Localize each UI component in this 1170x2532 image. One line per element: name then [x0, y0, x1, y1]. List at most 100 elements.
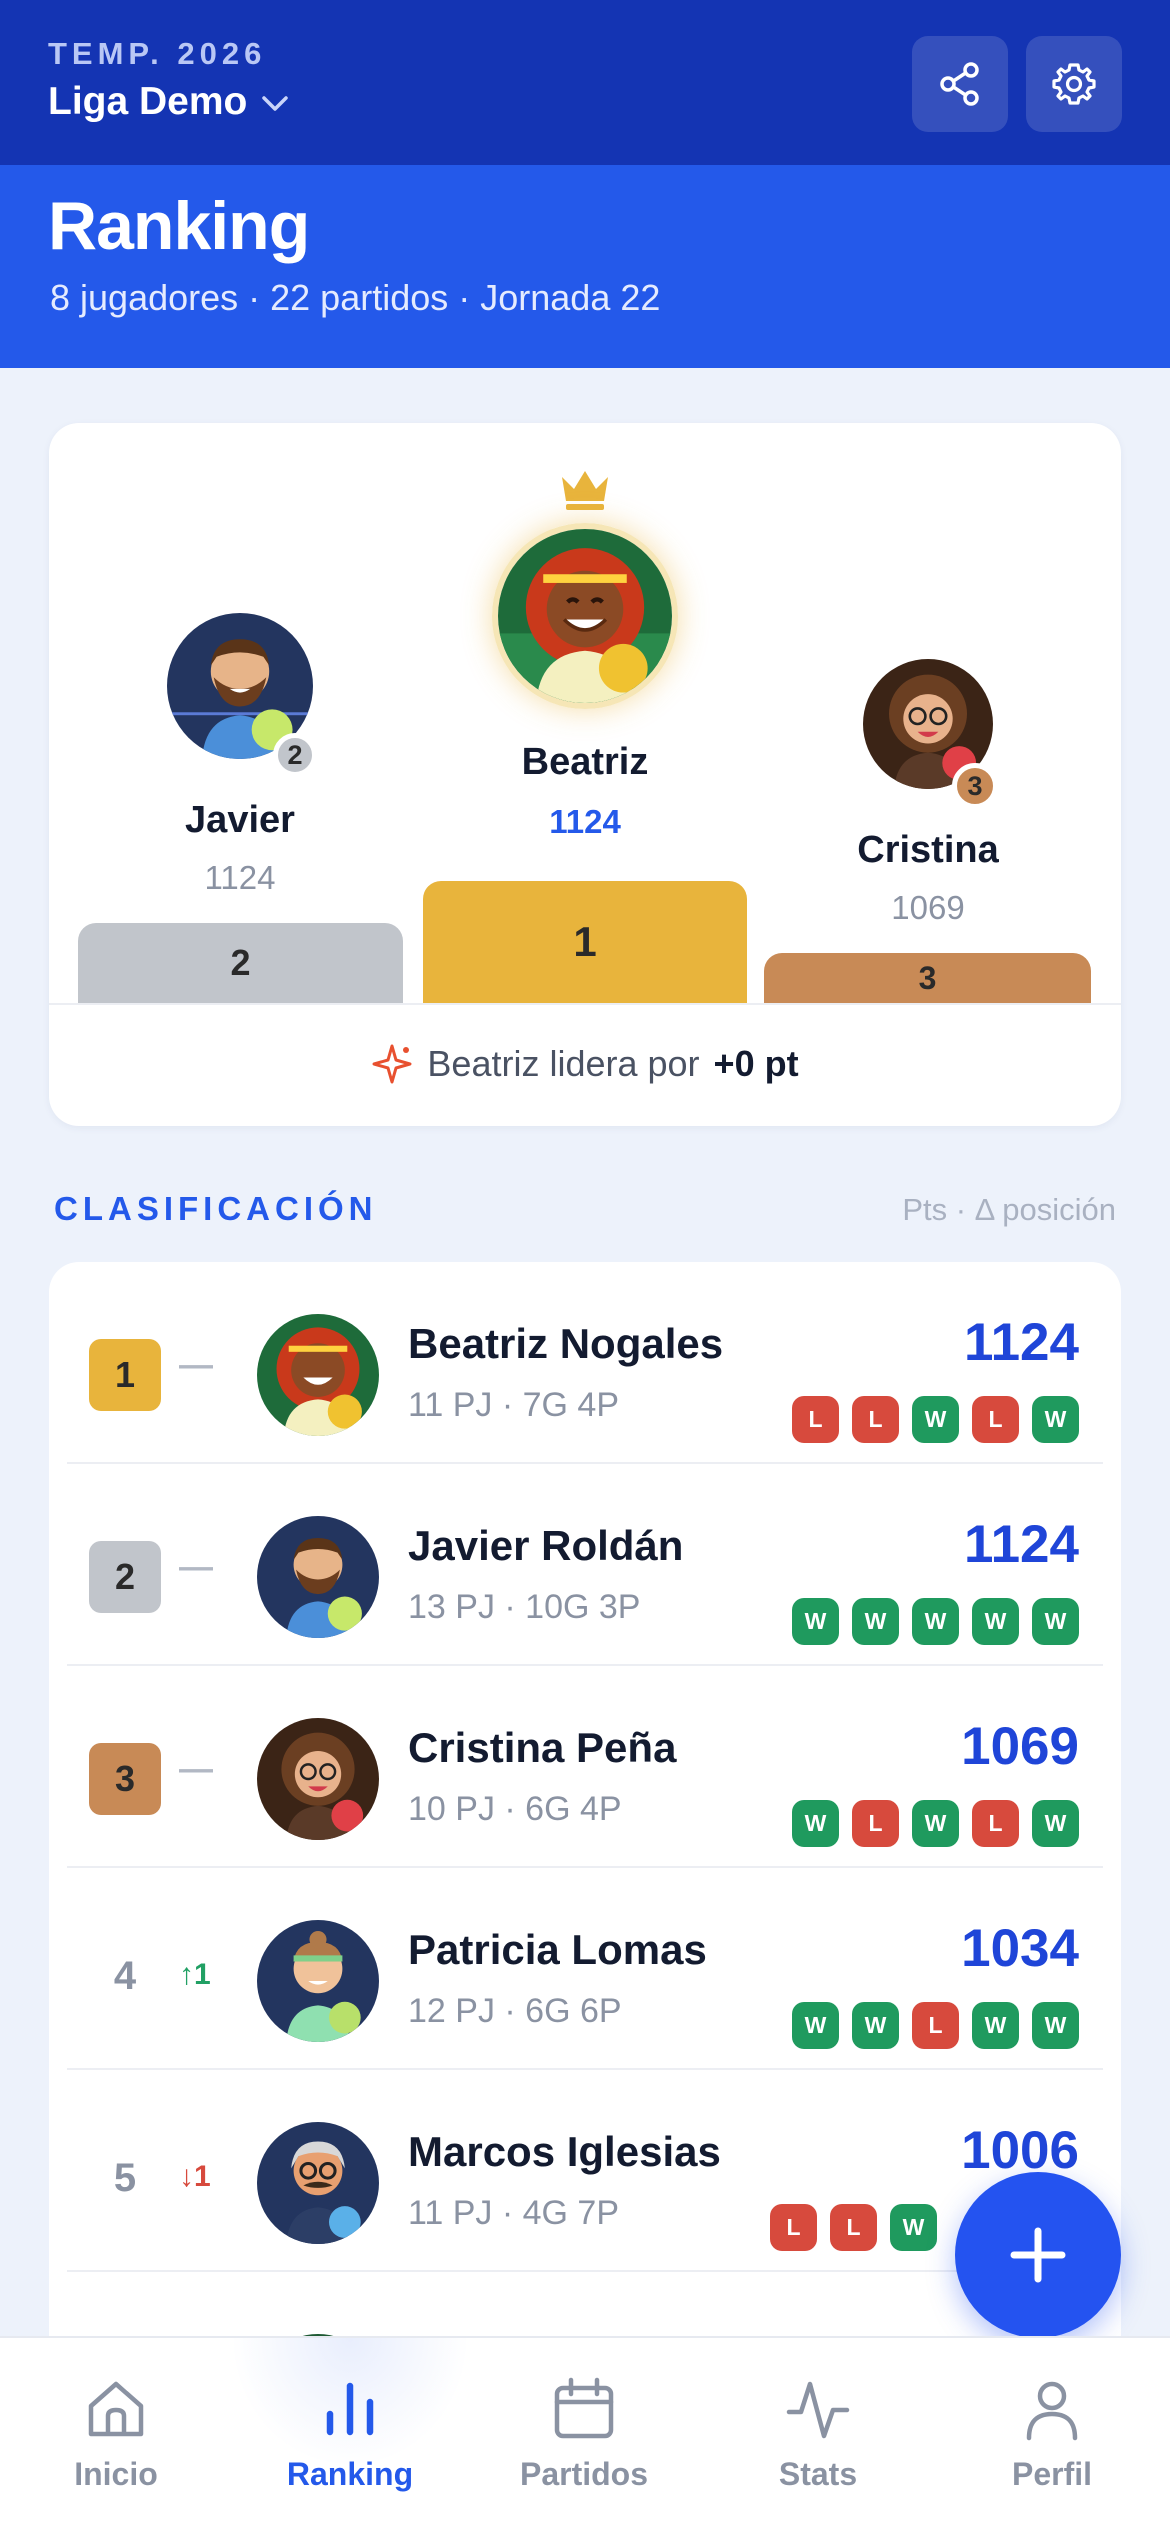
avatar-first[interactable]	[492, 523, 678, 709]
form-result: L	[770, 2204, 817, 2251]
player-record: 11 PJ · 7G 4P	[408, 1386, 620, 1424]
form-result: L	[912, 2002, 959, 2049]
user-icon	[1026, 2381, 1078, 2441]
player-record: 13 PJ · 10G 3P	[408, 1588, 641, 1626]
form-result: L	[830, 2204, 877, 2251]
podium-block-first: 1	[423, 881, 747, 1003]
share-button[interactable]	[912, 36, 1008, 132]
lead-value: +0 pt	[713, 1043, 799, 1084]
player-avatar-icon	[257, 1920, 379, 2042]
nav-item-ranking[interactable]: Ranking	[260, 2376, 440, 2493]
podium-block-second-label: 2	[230, 942, 251, 983]
podium-block-first-label: 1	[573, 918, 597, 965]
recent-form: L L W L W	[792, 1396, 1079, 1443]
nav-item-stats[interactable]: Stats	[728, 2376, 908, 2493]
avatar	[257, 1314, 379, 1436]
player-points: 1124	[964, 1515, 1079, 1574]
podium-third-points: 1069	[891, 889, 965, 926]
player-record: 12 PJ · 6G 6P	[408, 1992, 622, 2030]
position-delta: —	[179, 1750, 213, 1788]
bottom-nav: Inicio Ranking Partidos Stats Perfil	[0, 2336, 1170, 2532]
form-result: W	[852, 2002, 899, 2049]
settings-button[interactable]	[1026, 36, 1122, 132]
player-name: Cristina Peña	[408, 1724, 677, 1771]
lead-text: Beatriz lidera por	[427, 1043, 700, 1084]
form-result: W	[1032, 2002, 1079, 2049]
share-icon	[940, 62, 979, 106]
form-result: W	[912, 1800, 959, 1847]
section-legend: Pts · Δ posición	[902, 1192, 1116, 1227]
league-name: Liga Demo	[48, 80, 248, 123]
form-result: W	[912, 1396, 959, 1443]
table-row[interactable]: 4 ↑1 Patricia Lomas 12 PJ · 6G 6P 1034 W…	[49, 1868, 1121, 2070]
player-avatar-icon	[257, 1314, 379, 1436]
place-badge-second: 2	[273, 733, 317, 777]
rank-badge: 2	[89, 1541, 161, 1613]
plus-icon	[1010, 2227, 1066, 2283]
calendar-icon	[554, 2377, 614, 2439]
form-result: L	[792, 1396, 839, 1443]
player-points: 1034	[961, 1919, 1079, 1978]
form-result: W	[1032, 1800, 1079, 1847]
form-result: W	[792, 1800, 839, 1847]
podium-block-third: 3	[764, 953, 1091, 1003]
chevron-down-icon	[262, 96, 289, 111]
app-header: TEMP. 2026 Liga Demo	[0, 0, 1170, 165]
recent-form: W L W L W	[792, 1800, 1079, 1847]
form-result: L	[852, 1800, 899, 1847]
table-row[interactable]: 1 — Beatriz Nogales 11 PJ · 7G 4P 1124 L…	[49, 1262, 1121, 1464]
add-match-button[interactable]	[955, 2172, 1121, 2338]
podium-second-name: Javier	[185, 799, 295, 841]
lead-summary: Beatriz lidera por +0 pt	[49, 1043, 1121, 1085]
form-result: W	[1032, 1396, 1079, 1443]
table-row[interactable]: 2 — Javier Roldán 13 PJ · 10G 3P 1124 W …	[49, 1464, 1121, 1666]
table-row[interactable]: 3 — Cristina Peña 10 PJ · 6G 4P 1069 W L…	[49, 1666, 1121, 1868]
nav-label: Ranking	[286, 2456, 414, 2492]
form-result: L	[852, 1396, 899, 1443]
form-result: W	[890, 2204, 937, 2251]
nav-label: Inicio	[74, 2456, 158, 2492]
recent-form: L L W	[770, 2204, 937, 2251]
page-subtitle: 8 jugadores · 22 partidos · Jornada 22	[50, 277, 661, 318]
nav-item-perfil[interactable]: Perfil	[962, 2376, 1142, 2493]
position-delta-down: ↓1	[179, 2160, 211, 2193]
podium-card: Beatriz 1124 2 Javier 1124 3 Cristina 10…	[49, 423, 1121, 1126]
nav-item-partidos[interactable]: Partidos	[494, 2376, 674, 2493]
player-points: 1124	[964, 1313, 1079, 1372]
bar-chart-icon	[326, 2382, 374, 2436]
podium-divider	[49, 1003, 1121, 1005]
player-name: Javier Roldán	[408, 1522, 684, 1569]
nav-label: Partidos	[519, 2456, 649, 2492]
form-result: W	[912, 1598, 959, 1645]
form-result: W	[792, 1598, 839, 1645]
section-title: CLASIFICACIÓN	[54, 1190, 378, 1227]
player-avatar-icon	[257, 1718, 379, 1840]
rank-badge: 1	[89, 1339, 161, 1411]
player-name: Marcos Iglesias	[408, 2128, 721, 2175]
form-result: W	[1032, 1598, 1079, 1645]
avatar	[257, 1718, 379, 1840]
position-delta-up: ↑1	[179, 1958, 211, 1991]
rank-number: 4	[113, 1954, 137, 1998]
place-badge-third: 3	[952, 763, 998, 809]
podium-first-name: Beatriz	[521, 741, 649, 783]
form-result: W	[972, 2002, 1019, 2049]
player-record: 10 PJ · 6G 4P	[408, 1790, 622, 1828]
podium-block-second: 2	[78, 923, 403, 1003]
nav-label: Perfil	[1011, 2456, 1093, 2492]
avatar	[257, 1920, 379, 2042]
player-avatar-icon	[498, 529, 672, 703]
podium-third-name: Cristina	[857, 829, 999, 871]
sparkle-icon	[372, 1044, 412, 1084]
ranking-hero: Ranking 8 jugadores · 22 partidos · Jorn…	[0, 165, 1170, 368]
player-name: Patricia Lomas	[408, 1926, 707, 1973]
form-result: W	[852, 1598, 899, 1645]
player-record: 11 PJ · 4G 7P	[408, 2194, 620, 2232]
player-points: 1006	[961, 2121, 1079, 2180]
crown-icon	[562, 471, 608, 510]
nav-item-inicio[interactable]: Inicio	[26, 2376, 206, 2493]
season-label: TEMP. 2026	[48, 36, 267, 71]
recent-form: W W L W W	[792, 2002, 1079, 2049]
form-result: L	[972, 1800, 1019, 1847]
league-selector[interactable]: Liga Demo	[48, 80, 289, 124]
